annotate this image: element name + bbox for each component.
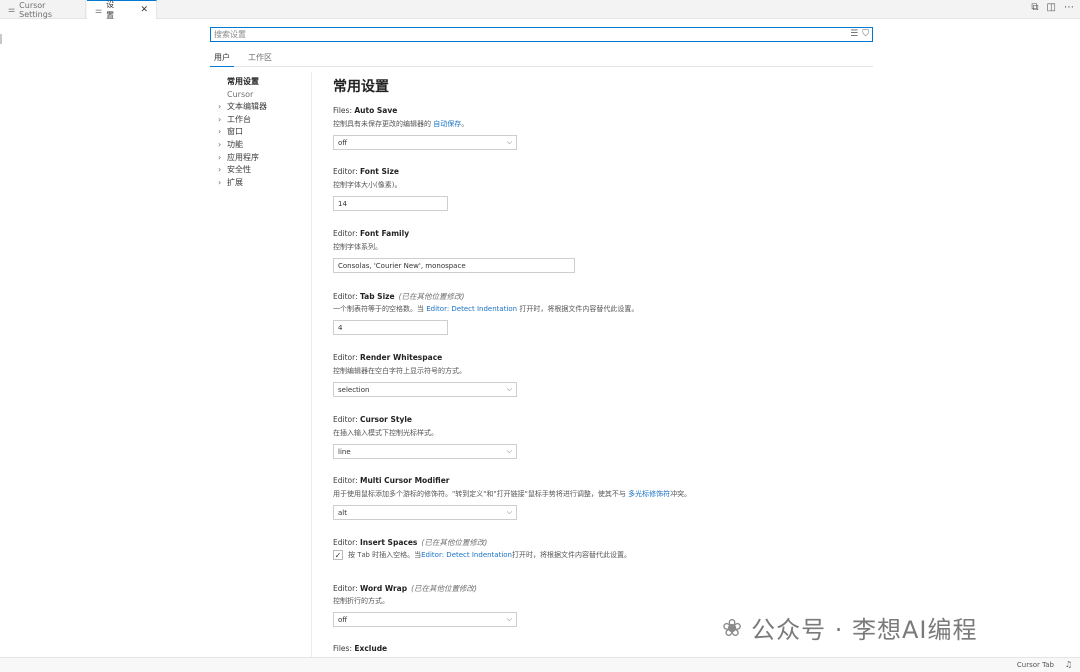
left-edge-marker (0, 34, 2, 44)
setting-title: Word Wrap (359, 584, 408, 593)
toc-item-cursor[interactable]: Cursor (218, 89, 308, 102)
watermark: ❀ 公众号 · 李想AI编程 (722, 613, 978, 645)
chevron-down-icon: ⌵ (506, 447, 512, 455)
setting-font-family: Editor: Font Family 控制字体系列。 Consolas, 'C… (333, 229, 873, 273)
toc-item-common[interactable]: 常用设置 (218, 76, 308, 89)
setting-title: Multi Cursor Modifier (359, 476, 450, 485)
tab-label: Cursor Settings (19, 0, 52, 19)
chevron-right-icon: › (218, 102, 222, 112)
toc-item-text-editor[interactable]: › 文本编辑器 (218, 101, 308, 114)
detect-indentation-link[interactable]: Editor: Detect Indentation (426, 305, 517, 313)
setting-title: Exclude (354, 644, 388, 653)
chevron-down-icon: ⌵ (506, 615, 512, 623)
setting-title: Tab Size (359, 292, 395, 301)
search-settings-field[interactable]: 搜索设置 ☰ ⛉ (210, 27, 873, 42)
setting-insert-spaces: Editor: Insert Spaces (已在其他位置修改) ✓ 按 Tab … (333, 538, 631, 560)
chevron-right-icon: › (218, 177, 222, 187)
toc-item-workbench[interactable]: › 工作台 (218, 114, 308, 127)
toc-item-application[interactable]: › 应用程序 (218, 152, 308, 165)
multi-cursor-modifier-select[interactable]: alt ⌵ (333, 505, 517, 520)
settings-lines-icon: ⚌ (95, 5, 103, 15)
chevron-right-icon: › (218, 139, 222, 149)
detect-indentation-link[interactable]: Editor: Detect Indentation (421, 551, 512, 559)
cursor-tab-status[interactable]: Cursor Tab (1017, 661, 1054, 669)
settings-lines-icon: ⚌ (8, 5, 16, 14)
auto-save-link[interactable]: 自动保存 (433, 120, 461, 128)
setting-cursor-style: Editor: Cursor Style 在插入输入模式下控制光标样式。 lin… (333, 415, 873, 459)
tab-settings[interactable]: ⚌ 设置 ✕ (87, 0, 157, 20)
toc-item-security[interactable]: › 安全性 (218, 164, 308, 177)
tab-workspace[interactable]: 工作区 (244, 50, 276, 67)
setting-render-whitespace: Editor: Render Whitespace 控制编辑器在空白字符上显示符… (333, 353, 873, 397)
font-family-input[interactable]: Consolas, 'Courier New', monospace (333, 258, 575, 273)
modified-elsewhere-link[interactable]: (已在其他位置修改) (411, 584, 477, 593)
setting-font-size: Editor: Font Size 控制字体大小(像素)。 14 (333, 167, 873, 211)
wechat-icon: ❀ (722, 613, 744, 642)
toc-item-extensions[interactable]: › 扩展 (218, 177, 308, 190)
setting-files-exclude: Files: Exclude (333, 644, 388, 653)
scope-tabs: 用户 工作区 (210, 50, 873, 67)
setting-auto-save: Files: Auto Save 控制具有未保存更改的编辑器的 自动保存。 of… (333, 106, 873, 150)
chevron-right-icon: › (218, 127, 222, 137)
close-icon[interactable]: ✕ (140, 5, 148, 15)
cursor-style-select[interactable]: line ⌵ (333, 444, 517, 459)
setting-title: Font Size (359, 167, 399, 176)
setting-title: Cursor Style (359, 415, 412, 424)
setting-title: Font Family (359, 229, 410, 238)
multi-cursor-modifier-link[interactable]: 多光标修饰符 (628, 490, 670, 498)
search-input[interactable]: 搜索设置 (214, 29, 246, 40)
setting-title: Render Whitespace (359, 353, 443, 362)
chevron-right-icon: › (218, 165, 222, 175)
settings-list: 常用设置 Files: Auto Save 控制具有未保存更改的编辑器的 自动保… (333, 76, 873, 653)
settings-toc: 常用设置 Cursor › 文本编辑器 › 工作台 › 窗口 › 功能 › 应用程序 › 安… (218, 76, 308, 189)
render-whitespace-select[interactable]: selection ⌵ (333, 382, 517, 397)
setting-tab-size: Editor: Tab Size (已在其他位置修改) 一个制表符等于的空格数。当… (333, 291, 873, 335)
modified-elsewhere-link[interactable]: (已在其他位置修改) (421, 538, 487, 547)
chevron-right-icon: › (218, 114, 222, 124)
tab-user[interactable]: 用户 (210, 50, 234, 67)
filter-icon[interactable]: ⛉ (862, 29, 869, 39)
toc-item-features[interactable]: › 功能 (218, 139, 308, 152)
chevron-down-icon: ⌵ (506, 508, 512, 516)
open-json-icon[interactable]: ⧉ (1031, 2, 1038, 13)
split-editor-icon[interactable]: ◫ (1047, 2, 1056, 13)
toc-divider (311, 72, 312, 672)
tab-size-input[interactable]: 4 (333, 320, 448, 335)
more-actions-icon[interactable]: ⋯ (1064, 2, 1074, 13)
tab-key: Tab (357, 551, 370, 559)
font-size-input[interactable]: 14 (333, 196, 448, 211)
tab-cursor-settings[interactable]: ⚌ Cursor Settings (0, 0, 86, 19)
page-title: 常用设置 (333, 79, 389, 95)
status-bar: Cursor Tab ♫ (0, 657, 1080, 672)
toc-item-window[interactable]: › 窗口 (218, 126, 308, 139)
word-wrap-select[interactable]: off ⌵ (333, 612, 517, 627)
insert-spaces-checkbox[interactable]: ✓ (333, 550, 343, 560)
setting-title: Insert Spaces (359, 538, 418, 547)
auto-save-select[interactable]: off ⌵ (333, 135, 517, 150)
bell-icon[interactable]: ♫ (1065, 660, 1072, 669)
chevron-right-icon: › (218, 152, 222, 162)
tab-bar: ⚌ Cursor Settings ⚌ 设置 ✕ ⧉ ◫ ⋯ (0, 0, 1080, 20)
tab-label: 设置 (106, 0, 115, 20)
check-icon: ✓ (334, 550, 342, 560)
clear-filter-icon[interactable]: ☰ (850, 29, 858, 39)
chevron-down-icon: ⌵ (506, 385, 512, 393)
modified-elsewhere-link[interactable]: (已在其他位置修改) (399, 292, 465, 301)
setting-multi-cursor-modifier: Editor: Multi Cursor Modifier 用于使用鼠标添加多个… (333, 476, 873, 520)
setting-title: Auto Save (354, 106, 398, 115)
chevron-down-icon: ⌵ (506, 138, 512, 146)
